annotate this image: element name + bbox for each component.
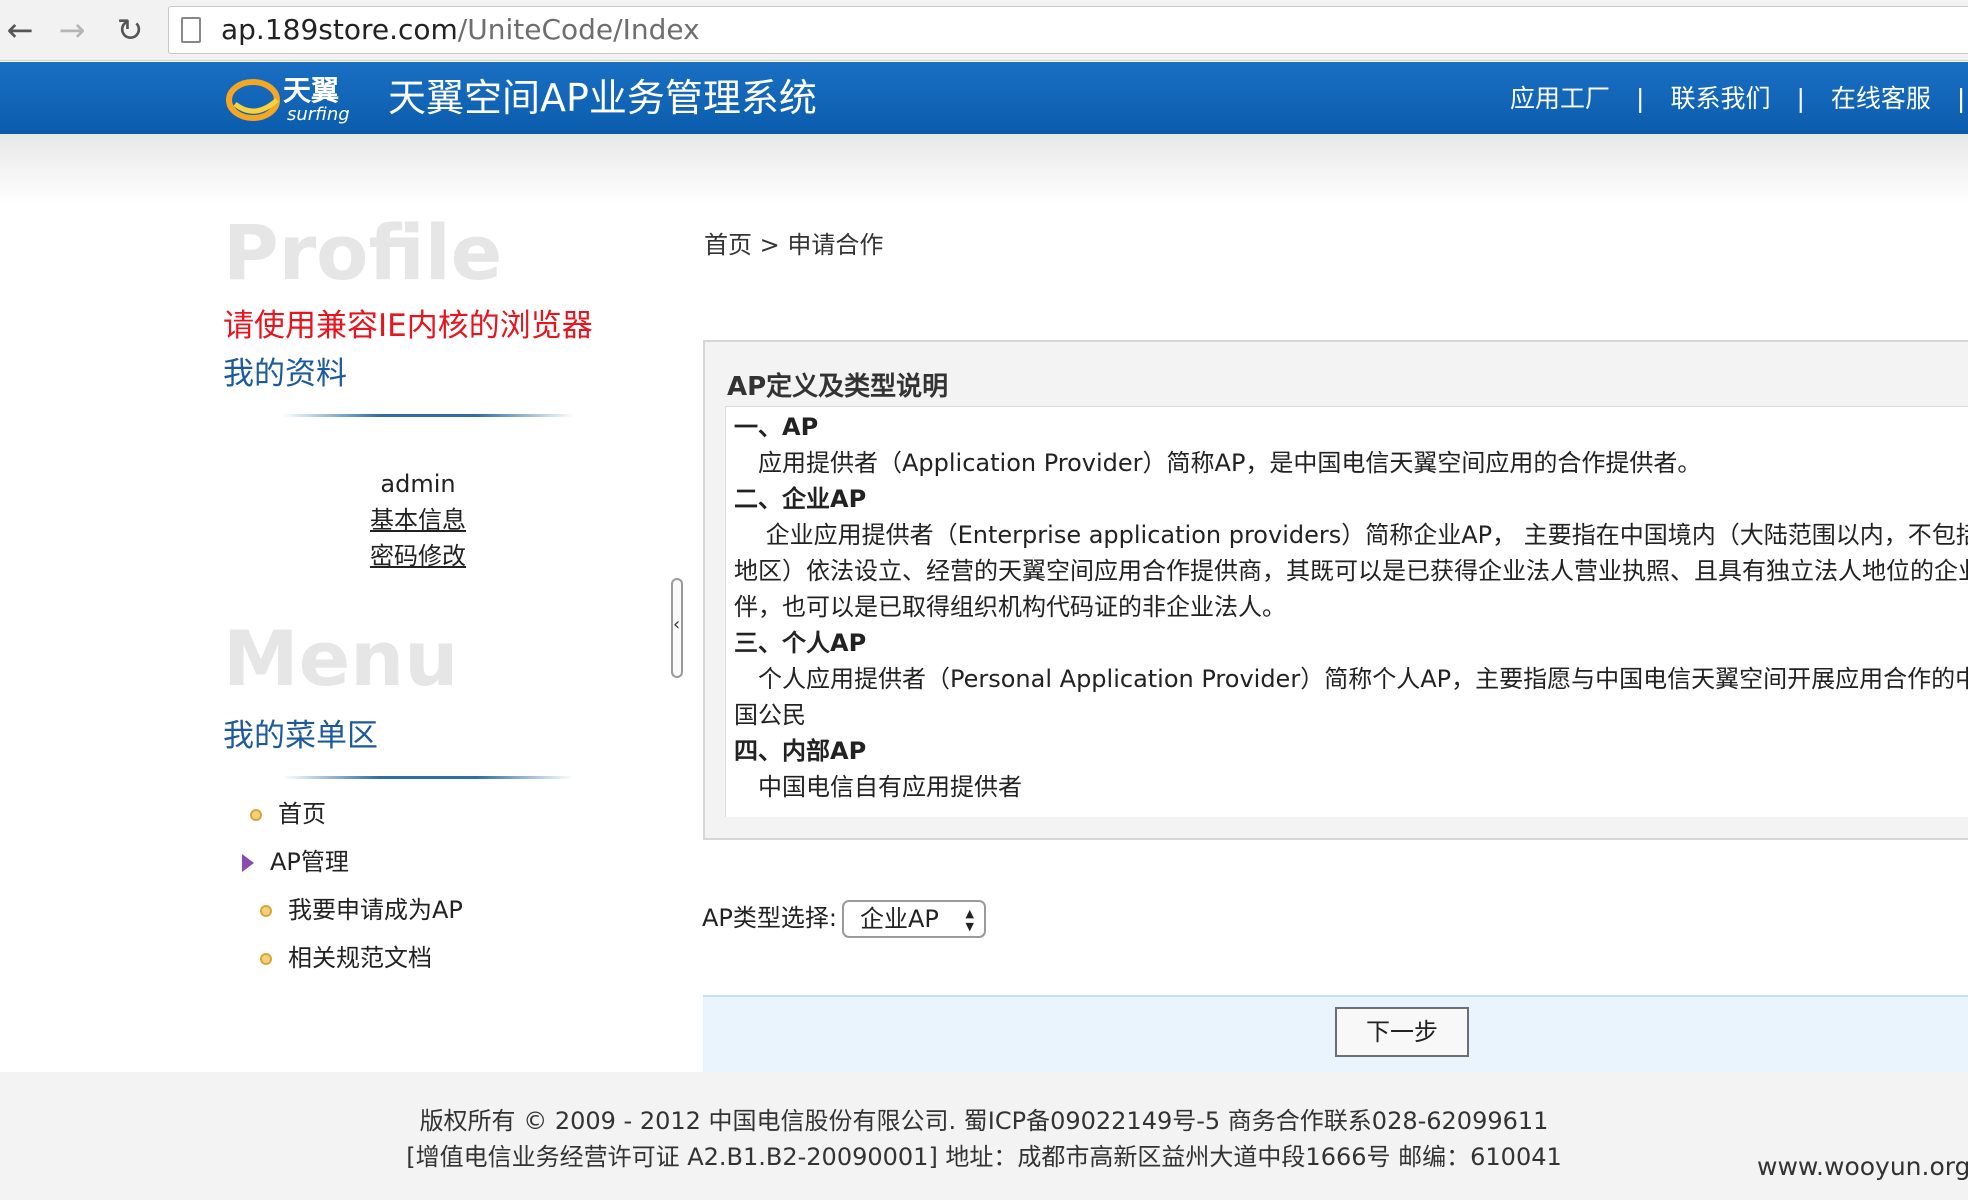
chevron-left-icon: ‹ — [673, 614, 681, 635]
sidebar-item-home[interactable]: 首页 — [250, 796, 326, 832]
sidebar-item-label: 首页 — [278, 800, 326, 828]
definition-heading: 四、内部AP — [734, 737, 867, 765]
copyright-text: 版权所有 © 2009 - 2012 中国电信股份有限公司. 蜀ICP备0902… — [419, 1107, 1549, 1135]
definition-content: 一、AP 应用提供者（Application Provider）简称AP，是中国… — [725, 406, 1968, 817]
browser-toolbar: ← → ↻ ap.189store.com/UniteCode/Index — [0, 0, 1968, 61]
sidebar-item-docs[interactable]: 相关规范文档 — [260, 940, 432, 976]
bullet-icon — [260, 953, 272, 965]
user-block: admin 基本信息 密码修改 — [340, 466, 496, 574]
definition-text: 企业应用提供者（Enterprise application providers… — [734, 521, 1968, 549]
definition-heading: 一、AP — [734, 413, 819, 441]
back-arrow-icon[interactable]: ← — [0, 10, 40, 50]
definition-heading: 二、企业AP — [734, 485, 867, 513]
triangle-right-icon — [242, 854, 254, 872]
profile-heading: Profile — [223, 208, 503, 297]
username: admin — [380, 470, 456, 498]
breadcrumb: 首页 > 申请合作 — [704, 231, 884, 259]
nav-separator: | — [1636, 84, 1645, 113]
header-shadow — [0, 134, 1968, 204]
menu-title: 我的菜单区 — [223, 718, 378, 754]
definition-panel: AP定义及类型说明 一、AP 应用提供者（Application Provide… — [703, 340, 1968, 840]
sidebar-item-apply-ap[interactable]: 我要申请成为AP — [260, 892, 463, 928]
ap-type-select[interactable]: 企业AP ▲ ▼ — [842, 900, 986, 938]
logo-sub: surfing — [287, 104, 350, 125]
password-change-link[interactable]: 密码修改 — [340, 538, 496, 574]
page-icon — [181, 17, 201, 43]
action-bar: 下一步 — [703, 995, 1968, 1075]
surfing-logo[interactable]: 天翼 surfing — [225, 70, 375, 126]
definition-text: 个人应用提供者（Personal Application Provider）简称… — [734, 665, 1968, 693]
up-down-arrows-icon: ▲ ▼ — [965, 907, 974, 933]
profile-title: 我的资料 — [223, 356, 347, 392]
sidebar-item-ap-management[interactable]: AP管理 — [242, 844, 349, 880]
nav-separator: | — [1796, 84, 1805, 113]
nav-separator: | — [1956, 84, 1966, 113]
definition-text: 地区）依法设立、经营的天翼空间应用合作提供商，其既可以是已获得企业法人营业执照、… — [734, 557, 1968, 585]
ap-type-select-value: 企业AP — [860, 905, 939, 933]
bullet-icon — [250, 809, 262, 821]
site-title: 天翼空间AP业务管理系统 — [388, 76, 817, 120]
menu-divider — [283, 776, 573, 779]
definition-heading: 三、个人AP — [734, 629, 867, 657]
url-path: /UniteCode/Index — [457, 13, 700, 46]
bullet-icon — [260, 905, 272, 917]
watermark: www.wooyun.org — [1757, 1152, 1968, 1181]
sidebar-item-label: 我要申请成为AP — [288, 896, 463, 924]
forward-arrow-icon[interactable]: → — [52, 10, 92, 50]
browser-warning: 请使用兼容IE内核的浏览器 — [223, 308, 593, 344]
site-header: 天翼 surfing 天翼空间AP业务管理系统 应用工厂 | 联系我们 | 在线客服 | — [0, 62, 1968, 134]
definition-text: 中国电信自有应用提供者 — [734, 773, 1022, 801]
panel-title: AP定义及类型说明 — [727, 372, 949, 402]
nav-app-factory[interactable]: 应用工厂 — [1510, 82, 1610, 116]
ap-type-label: AP类型选择: — [702, 904, 837, 932]
footer: 版权所有 © 2009 - 2012 中国电信股份有限公司. 蜀ICP备0902… — [0, 1072, 1968, 1200]
basic-info-link[interactable]: 基本信息 — [340, 502, 496, 538]
nav-contact-us[interactable]: 联系我们 — [1670, 82, 1770, 116]
sidebar-item-label: 相关规范文档 — [288, 944, 432, 972]
url-text[interactable]: ap.189store.com/UniteCode/Index — [221, 13, 700, 47]
menu-heading: Menu — [223, 614, 459, 703]
next-step-button[interactable]: 下一步 — [1335, 1007, 1469, 1057]
definition-text: 国公民 — [734, 701, 806, 729]
url-host: ap.189store.com — [221, 13, 458, 46]
top-nav: 应用工厂 | 联系我们 | 在线客服 | — [1510, 82, 1968, 116]
reload-icon[interactable]: ↻ — [110, 10, 150, 50]
sidebar-item-label: AP管理 — [270, 848, 349, 876]
definition-text: 伴，也可以是已取得组织机构代码证的非企业法人。 — [734, 593, 1286, 621]
sidebar-collapse-handle[interactable]: ‹ — [671, 578, 683, 678]
logo-brand: 天翼 — [283, 74, 339, 107]
license-address-text: [增值电信业务经营许可证 A2.B1.B2-20090001] 地址：成都市高新… — [406, 1143, 1562, 1171]
address-bar[interactable]: ap.189store.com/UniteCode/Index — [168, 6, 1968, 54]
definition-text: 应用提供者（Application Provider）简称AP，是中国电信天翼空… — [734, 449, 1702, 477]
profile-divider — [283, 414, 573, 417]
nav-online-service[interactable]: 在线客服 — [1831, 82, 1931, 116]
